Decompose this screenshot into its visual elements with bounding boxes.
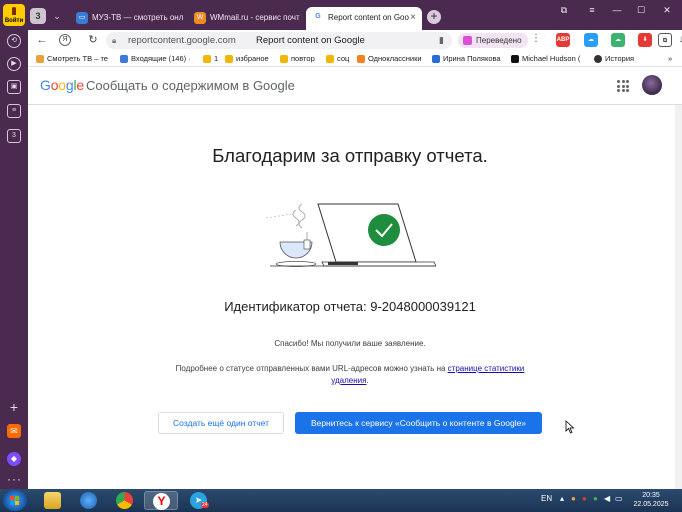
yandex-browser-icon: Y <box>153 493 170 510</box>
bookmark-item[interactable]: История <box>594 53 646 65</box>
new-tab-button[interactable]: + <box>427 10 441 24</box>
tab-label: МУЗ-ТВ — смотреть онл <box>92 13 184 22</box>
mail-icon[interactable]: ✉ <box>7 424 21 438</box>
tray-expand-icon[interactable]: ▴ <box>560 494 564 503</box>
cloud-extension-icon[interactable]: ☁ <box>611 33 625 47</box>
maximize-icon[interactable]: ☐ <box>634 5 648 16</box>
abp-extension-icon[interactable]: ABP <box>556 33 570 47</box>
telegram-badge: 24 <box>201 502 209 508</box>
system-clock[interactable]: 20:35 22.05.2025 <box>630 491 672 509</box>
volume-icon[interactable]: ◀ <box>604 494 610 503</box>
add-icon[interactable]: + <box>7 400 21 414</box>
page-title-in-omnibox: Report content on Google <box>256 35 365 46</box>
report-id: Идентификатор отчета: 9-2048000039121 <box>224 299 476 314</box>
tab-report-content[interactable]: G Report content on Goo × <box>306 7 422 30</box>
tab-wmmail[interactable]: W WMmail.ru - сервис почт <box>188 8 306 28</box>
windows-taskbar: Y ➤ 24 EN ▴ ● ● ● ◀ ▭ 20:35 22.05.2025 <box>0 489 682 512</box>
google-icon: G <box>312 11 324 23</box>
close-icon[interactable]: × <box>410 7 416 28</box>
chevron-down-icon[interactable]: ⌄ <box>50 8 64 24</box>
language-indicator[interactable]: EN <box>541 494 552 503</box>
mouse-cursor-icon <box>565 420 575 434</box>
collections-icon[interactable]: ⧉ <box>557 5 571 16</box>
bookmark-item[interactable]: Смотреть ТВ – те <box>36 53 118 65</box>
bookmark-item[interactable]: Входящие (146) · <box>120 53 195 65</box>
url-bar[interactable]: 🔒︎ reportcontent.google.com Report conte… <box>106 32 452 49</box>
weather-extension-icon[interactable]: ☁ <box>584 33 598 47</box>
window-close-icon[interactable]: ✕ <box>660 5 674 16</box>
scrollbar[interactable] <box>675 105 682 489</box>
bookmark-item[interactable]: Одноклассники <box>357 53 429 65</box>
taskbar-ie[interactable] <box>72 491 106 510</box>
bookmark-item[interactable]: Michael Hudson ( <box>511 53 589 65</box>
confirmation-heading: Благодарим за отправку отчета. <box>212 145 488 166</box>
minimize-icon[interactable]: — <box>610 5 624 15</box>
create-another-report-button[interactable]: Создать ещё один отчет <box>158 412 284 434</box>
login-label: Войти <box>4 18 24 24</box>
download-icon[interactable]: ↓ <box>674 33 682 47</box>
url-text: reportcontent.google.com <box>128 35 236 46</box>
thanks-text: Спасибо! Мы получили ваше заявление. <box>274 339 426 348</box>
chrome-icon <box>116 492 133 509</box>
wmmail-icon: W <box>194 12 206 24</box>
laptop-coffee-illustration <box>266 203 436 267</box>
google-apps-icon[interactable] <box>617 80 629 92</box>
video-icon[interactable]: ▣ <box>7 80 21 94</box>
tray-app-icon[interactable]: ● <box>571 494 576 503</box>
bookmark-folder[interactable]: повтор <box>280 53 324 65</box>
bookmark-icon[interactable]: ▮ <box>439 32 444 49</box>
tab-label: WMmail.ru - сервис почт <box>210 13 300 22</box>
tab-bar: 3 ⌄ ▭ МУЗ-ТВ — смотреть онл W WMmail.ru … <box>28 0 682 30</box>
google-header: Google Сообщать о содержимом в Google <box>28 67 682 105</box>
notes-icon[interactable]: ≡ <box>7 104 21 118</box>
translated-button[interactable]: Переведено <box>458 33 528 48</box>
page-content: Google Сообщать о содержимом в Google Бл… <box>28 67 682 489</box>
translate-menu-icon[interactable]: ⋮ <box>531 33 541 44</box>
bookmarks-overflow-icon[interactable]: » <box>668 53 680 65</box>
network-icon[interactable]: ▭ <box>615 494 623 503</box>
tab-count-button[interactable]: 3 <box>30 8 46 24</box>
tray-update-icon[interactable]: ● <box>593 494 598 503</box>
bookmark-item[interactable]: Ирина Полякова <box>432 53 508 65</box>
bookmarks-bar: Смотреть ТВ – те Входящие (146) · 1 избр… <box>28 51 682 67</box>
taskbar-telegram[interactable]: ➤ 24 <box>182 491 216 510</box>
google-logo[interactable]: Google <box>40 77 84 93</box>
header-title: Сообщать о содержимом в Google <box>86 78 295 93</box>
tab-3-icon[interactable]: 3 <box>7 129 21 143</box>
bookmark-folder[interactable]: 1 <box>203 53 223 65</box>
back-icon[interactable]: ← <box>34 32 50 48</box>
globe-icon <box>80 492 97 509</box>
save-extension-icon[interactable]: ⬇ <box>638 33 652 47</box>
alice-icon[interactable]: ◆ <box>7 452 21 466</box>
return-to-service-button[interactable]: Вернитесь к сервису «Сообщить о контенте… <box>295 412 542 434</box>
reload-icon[interactable]: ↻ <box>85 32 101 48</box>
taskbar-chrome[interactable] <box>108 491 142 510</box>
yandex-y-icon[interactable]: Я <box>59 34 71 46</box>
start-button[interactable] <box>3 490 27 511</box>
status-info-text: Подробнее о статусе отправленных вами UR… <box>175 364 525 385</box>
tab-label: Report content on Goo <box>328 13 409 22</box>
screenshot-extension-icon[interactable]: ⧉ <box>658 33 672 47</box>
more-dots-icon[interactable]: ··· <box>7 472 21 486</box>
address-bar: ← Я ↻ 🔒︎ reportcontent.google.com Report… <box>28 30 682 51</box>
yandex-sidebar: Войти ⟲ ▶ ▣ ≡ 3 + ✉ ◆ ··· <box>0 0 28 489</box>
history-icon[interactable]: ⟲ <box>7 34 21 48</box>
avatar[interactable] <box>642 75 662 95</box>
tv-icon: ▭ <box>76 12 88 24</box>
lock-icon: 🔒︎ <box>112 36 117 45</box>
taskbar-yandex[interactable]: Y <box>144 491 178 510</box>
folder-icon <box>44 492 61 509</box>
tab-muz-tv[interactable]: ▭ МУЗ-ТВ — смотреть онл <box>70 8 188 28</box>
bookmark-folder[interactable]: соц <box>326 53 356 65</box>
yandex-login-button[interactable]: Войти <box>3 4 25 26</box>
bookmark-folder[interactable]: избраное <box>225 53 277 65</box>
menu-icon[interactable]: ≡ <box>585 5 599 15</box>
taskbar-explorer[interactable] <box>36 491 70 510</box>
tray-antivirus-icon[interactable]: ● <box>582 494 587 503</box>
play-icon[interactable]: ▶ <box>7 57 21 71</box>
